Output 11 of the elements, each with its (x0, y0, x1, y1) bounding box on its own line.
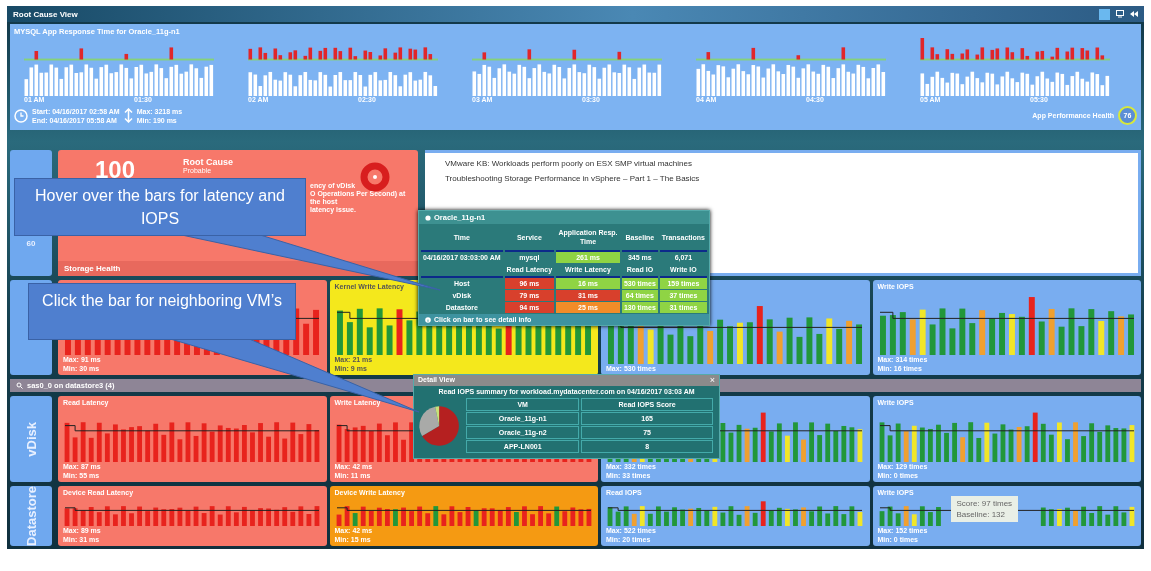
row-label: Datastore (23, 486, 39, 546)
callout: Hover over the bars for latency and IOPS (14, 178, 306, 236)
score-text: Score: 97 times (956, 498, 1013, 509)
kb-link[interactable]: Troubleshooting Storage Performance in vSphere – Part 1 – The Basics (445, 174, 1138, 183)
root-cause-title: Root Cause (183, 157, 233, 167)
baseline-text: Baseline: 132 (956, 509, 1005, 520)
tile-score: 60 (26, 239, 36, 248)
window-title: Root Cause View (13, 9, 78, 19)
callout: Click the bar for neighboring VM’s (28, 283, 296, 340)
row-label: vDisk (23, 421, 39, 457)
kb-link[interactable]: VMware KB: Workloads perform poorly on ESX SMP virtual machines (445, 159, 1138, 168)
